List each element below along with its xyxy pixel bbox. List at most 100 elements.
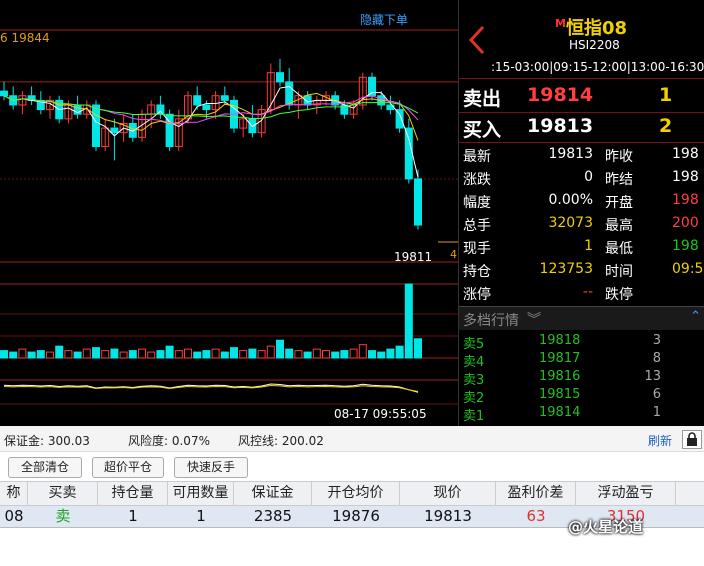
stat-value: 32073 bbox=[548, 215, 593, 231]
quick-reverse-button[interactable]: 快速反手 bbox=[174, 457, 248, 478]
ask-label: 卖出 bbox=[463, 88, 502, 110]
volume-bar bbox=[358, 344, 367, 359]
volume-bar bbox=[386, 348, 395, 359]
stat-label: 最高 bbox=[605, 218, 633, 234]
depth-volume: 1 bbox=[652, 405, 661, 420]
table-cell: 19876 bbox=[332, 507, 380, 525]
instrument-title: M恒指08 bbox=[555, 14, 627, 40]
volume-bar bbox=[18, 348, 27, 359]
positions-table-header: 称买卖 持仓量 可用数量 保证金 开仓均价 现价 盈利价差 浮动盈亏 bbox=[0, 481, 704, 506]
column-header[interactable]: 持仓量 bbox=[98, 482, 168, 506]
column-header[interactable]: 开仓均价 bbox=[312, 482, 400, 506]
candle-body bbox=[285, 81, 294, 106]
table-cell: 1 bbox=[128, 507, 138, 525]
volume-bar bbox=[211, 348, 220, 359]
stat-value: 1 bbox=[584, 238, 593, 254]
stat-value: 09:55: bbox=[672, 261, 704, 277]
cursor-time-label: 08-17 09:55:05 bbox=[334, 407, 427, 421]
stat-row: 幅度 0.00% 开盘 198 bbox=[459, 190, 704, 213]
depth-price: 19817 bbox=[539, 351, 581, 366]
stat-label: 跌停 bbox=[605, 287, 633, 303]
candle-body bbox=[92, 104, 100, 148]
candle-body bbox=[414, 178, 422, 226]
bid-label: 买入 bbox=[463, 119, 502, 141]
volume-bar bbox=[294, 350, 303, 359]
order-price-tag: 6 19844 bbox=[0, 31, 50, 45]
depth-title: 多档行情 bbox=[463, 313, 519, 329]
table-cell: 63 bbox=[526, 507, 546, 525]
double-chevron-down-icon[interactable]: ︾ bbox=[527, 309, 541, 329]
volume-bar bbox=[0, 350, 8, 359]
volume-bar bbox=[36, 350, 45, 359]
volume-bar bbox=[312, 348, 321, 359]
moving-average-line bbox=[3, 85, 419, 178]
stat-label: 幅度 bbox=[463, 195, 491, 211]
back-arrow-icon[interactable] bbox=[465, 24, 489, 56]
volume-bar bbox=[46, 351, 54, 359]
depth-volume: 6 bbox=[652, 387, 661, 402]
volume-bar bbox=[138, 348, 146, 359]
depth-header[interactable]: 多档行情 ︾ ⌃ bbox=[459, 306, 704, 330]
lock-icon[interactable] bbox=[682, 430, 702, 449]
candle-body bbox=[202, 104, 211, 111]
ask-volume: 1 bbox=[659, 84, 673, 106]
volume-bar bbox=[220, 351, 229, 359]
volume-bar bbox=[9, 351, 18, 359]
column-header[interactable]: 盈利价差 bbox=[496, 482, 576, 506]
stat-label: 开盘 bbox=[605, 195, 633, 211]
stat-value: 198 bbox=[672, 169, 699, 185]
stat-row: 最新 19813 昨收 198 bbox=[459, 144, 704, 167]
table-cell: 19813 bbox=[424, 507, 472, 525]
ask-price[interactable]: 19814 bbox=[527, 84, 593, 106]
volume-bar bbox=[257, 350, 266, 359]
stat-value: 198 bbox=[672, 192, 699, 208]
column-header[interactable]: 称 bbox=[0, 482, 28, 506]
refresh-button[interactable]: 刷新 bbox=[648, 432, 672, 449]
volume-bar bbox=[55, 345, 64, 359]
candle-body bbox=[404, 127, 413, 180]
bid-price[interactable]: 19813 bbox=[527, 115, 593, 137]
depth-price: 19815 bbox=[539, 387, 581, 402]
volume-bar bbox=[368, 350, 376, 359]
watermark: @火星论道 bbox=[568, 518, 644, 536]
stat-label: 最低 bbox=[605, 241, 633, 257]
candle-body bbox=[276, 72, 284, 83]
chevron-up-icon[interactable]: ⌃ bbox=[690, 309, 701, 324]
stat-value: 198 bbox=[672, 146, 699, 162]
depth-row[interactable]: 卖4 19817 8 bbox=[459, 350, 704, 370]
depth-row[interactable]: 卖1 19814 1 bbox=[459, 404, 704, 424]
volume-bar bbox=[266, 345, 275, 359]
volume-bar bbox=[119, 351, 128, 359]
depth-row[interactable]: 卖3 19816 13 bbox=[459, 368, 704, 388]
depth-row[interactable]: 卖2 19815 6 bbox=[459, 386, 704, 406]
stat-label: 持仓 bbox=[463, 264, 491, 280]
depth-row[interactable]: 卖5 19818 3 bbox=[459, 332, 704, 352]
stat-label: 昨收 bbox=[605, 149, 633, 165]
kline-chart[interactable]: 隐藏下单 6 19844 19811 4 08-17 09:55:05 bbox=[0, 0, 458, 426]
stat-row: 现手 1 最低 198 bbox=[459, 236, 704, 259]
moving-average-line bbox=[3, 95, 419, 125]
volume-bar bbox=[276, 339, 284, 359]
divider bbox=[459, 142, 704, 143]
trading-sessions: :15-03:00|09:15-12:00|13:00-16:30 bbox=[491, 60, 704, 74]
close-all-button[interactable]: 全部清仓 bbox=[8, 457, 82, 478]
bid-volume: 2 bbox=[659, 115, 673, 137]
column-header[interactable]: 保证金 bbox=[234, 482, 312, 506]
column-header[interactable]: 可用数量 bbox=[168, 482, 234, 506]
stat-value: 19813 bbox=[548, 146, 593, 162]
depth-label: 卖1 bbox=[463, 409, 485, 424]
last-price-label: 19811 bbox=[394, 250, 433, 264]
column-header[interactable]: 买卖 bbox=[28, 482, 98, 506]
stat-label: 涨跌 bbox=[463, 172, 491, 188]
stat-label: 最新 bbox=[463, 149, 491, 165]
volume-bar bbox=[377, 351, 386, 359]
market-close-button[interactable]: 超价平仓 bbox=[92, 457, 164, 478]
volume-bar bbox=[349, 348, 358, 359]
column-header[interactable]: 现价 bbox=[400, 482, 496, 506]
hide-orders-link[interactable]: 隐藏下单 bbox=[360, 11, 408, 28]
depth-volume: 3 bbox=[652, 333, 661, 348]
column-header[interactable]: 浮动盈亏 bbox=[576, 482, 676, 506]
volume-bar bbox=[73, 351, 82, 359]
instrument-name: 恒指08 bbox=[565, 18, 628, 39]
margin-status: 保证金: 300.03 bbox=[4, 434, 90, 448]
